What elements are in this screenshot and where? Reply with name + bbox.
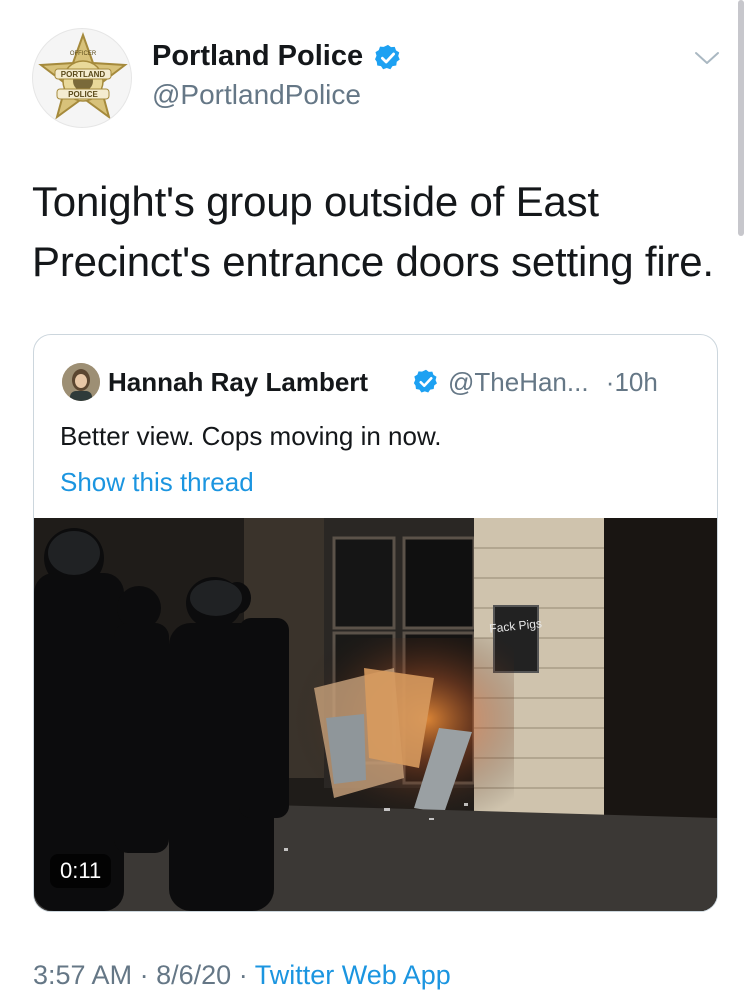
quoted-tweet-age[interactable]: 10h bbox=[614, 367, 657, 397]
video-frame: Fack Pigs bbox=[34, 518, 717, 911]
quoted-author-handle-and-age[interactable]: @TheHan... ·10h bbox=[448, 367, 658, 398]
avatar[interactable]: OFFICER PORTLAND POLICE bbox=[32, 28, 132, 128]
video-duration: 0:11 bbox=[50, 854, 112, 888]
logo-bottom-text: POLICE bbox=[68, 90, 98, 99]
quoted-author-avatar[interactable] bbox=[62, 363, 100, 401]
tweet-meta: 3:57 AM · 8/6/20 · Twitter Web App bbox=[33, 960, 451, 991]
verified-badge-icon bbox=[375, 44, 400, 70]
author-handle[interactable]: @PortlandPolice bbox=[152, 79, 361, 111]
logo-top-text: OFFICER bbox=[70, 51, 97, 57]
separator-dot: · bbox=[238, 960, 248, 990]
quoted-author-handle[interactable]: @TheHan... bbox=[448, 367, 589, 397]
author-display-name[interactable]: Portland Police bbox=[152, 40, 363, 73]
quoted-author-name[interactable]: Hannah Ray Lambert bbox=[108, 367, 368, 398]
tweet-source-link[interactable]: Twitter Web App bbox=[255, 960, 451, 990]
video-player[interactable]: Fack Pigs 0:11 bbox=[34, 518, 717, 911]
tweet-date[interactable]: 8/6/20 bbox=[156, 960, 231, 990]
logo-city-text: PORTLAND bbox=[61, 70, 106, 79]
scrollbar[interactable] bbox=[738, 0, 744, 236]
verified-badge-icon bbox=[413, 369, 437, 393]
chevron-down-icon[interactable] bbox=[693, 48, 721, 68]
tweet-time[interactable]: 3:57 AM bbox=[33, 960, 132, 990]
separator-dot: · bbox=[139, 960, 149, 990]
tweet-text: Tonight's group outside of East Precinct… bbox=[32, 178, 714, 285]
quoted-tweet-text: Better view. Cops moving in now. bbox=[60, 421, 442, 451]
police-star-logo: OFFICER PORTLAND POLICE bbox=[38, 32, 128, 120]
portrait-image bbox=[62, 363, 100, 401]
quoted-tweet-card[interactable]: Hannah Ray Lambert @TheHan... ·10h Bette… bbox=[33, 334, 718, 912]
show-thread-link[interactable]: Show this thread bbox=[60, 467, 254, 498]
